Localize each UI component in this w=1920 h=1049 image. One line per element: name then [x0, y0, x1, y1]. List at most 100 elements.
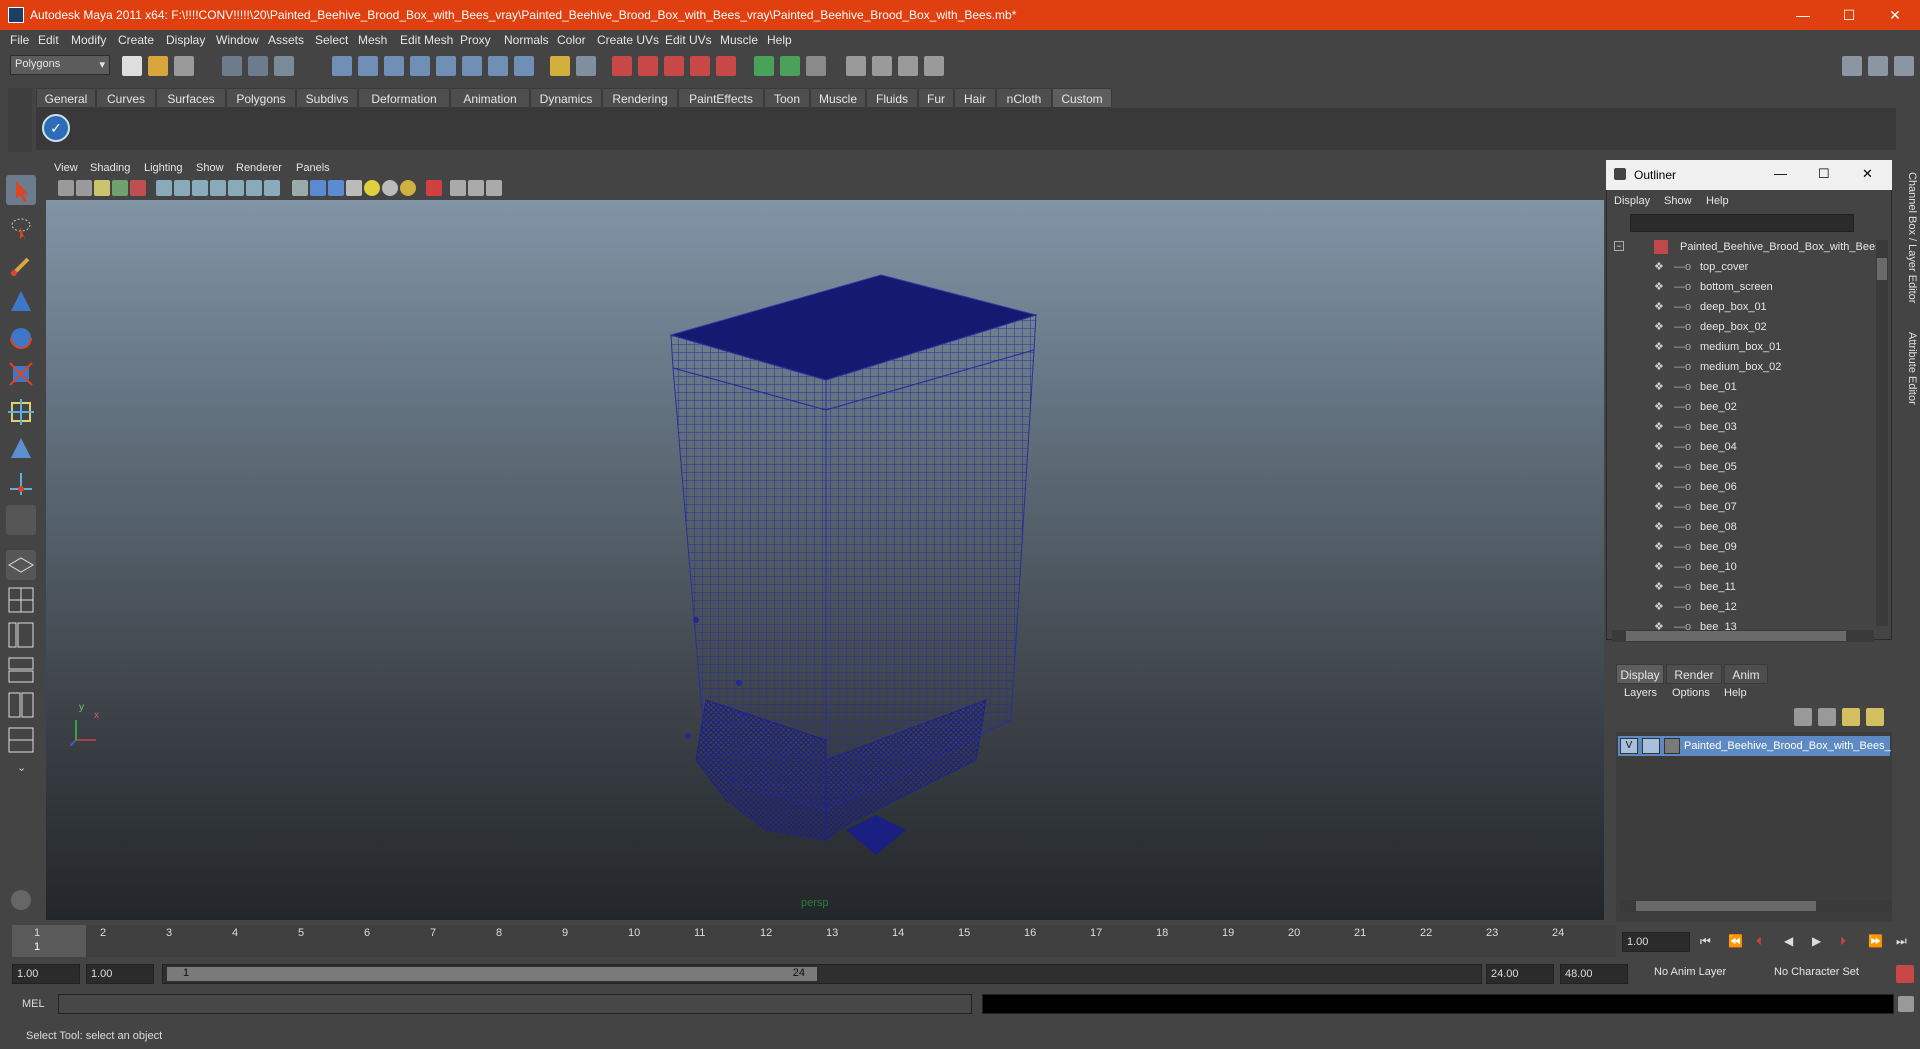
layer-tab-render[interactable]: Render	[1666, 664, 1722, 684]
mask-deformations-icon[interactable]	[436, 56, 456, 76]
step-forward-key-icon[interactable]: ⏩	[1868, 934, 1883, 948]
tab-toon[interactable]: Toon	[764, 88, 810, 108]
safe-title-icon[interactable]	[264, 180, 280, 196]
collapse-icon[interactable]: −	[1614, 241, 1624, 251]
isolate-select-icon[interactable]	[426, 180, 442, 196]
layer-menu-help[interactable]: Help	[1724, 687, 1747, 699]
menu-set-dropdown[interactable]: Polygons ▾	[10, 55, 110, 75]
select-by-object-type-icon[interactable]	[248, 56, 268, 76]
go-to-start-icon[interactable]: ⏮	[1700, 934, 1711, 949]
mask-dynamics-icon[interactable]	[462, 56, 482, 76]
move-tool-icon[interactable]	[6, 287, 36, 317]
outliner-item[interactable]: ❖ —o bee_02	[1610, 398, 1876, 418]
animation-start-field[interactable]: 1.00	[12, 964, 80, 984]
menu-edit-mesh[interactable]: Edit Mesh	[400, 33, 453, 47]
tab-curves[interactable]: Curves	[96, 88, 156, 108]
tab-polygons[interactable]: Polygons	[226, 88, 296, 108]
snap-to-grids-icon[interactable]	[612, 56, 632, 76]
layer-tab-display[interactable]: Display	[1616, 664, 1664, 684]
outliner-item[interactable]: ❖ —o bee_03	[1610, 418, 1876, 438]
outliner-item[interactable]: ❖ —o bee_01	[1610, 378, 1876, 398]
film-gate-icon[interactable]	[174, 180, 190, 196]
outliner-item[interactable]: ❖ —o bee_11	[1610, 578, 1876, 598]
checkmark-shelf-icon[interactable]: ✓	[42, 114, 70, 142]
outliner-item[interactable]: ❖ —o bee_10	[1610, 558, 1876, 578]
select-tool-icon[interactable]	[6, 175, 36, 205]
step-back-key-icon[interactable]: ⏪	[1728, 934, 1743, 948]
mask-joints-icon[interactable]	[358, 56, 378, 76]
layer-template-toggle[interactable]	[1642, 738, 1660, 754]
scale-tool-icon[interactable]	[6, 359, 36, 389]
viewport-menu-view[interactable]: View	[54, 162, 78, 174]
new-scene-icon[interactable]	[122, 56, 142, 76]
tab-hair[interactable]: Hair	[954, 88, 996, 108]
menu-normals[interactable]: Normals	[504, 33, 549, 47]
paint-select-tool-icon[interactable]	[6, 251, 36, 281]
menu-assets[interactable]: Assets	[268, 33, 304, 47]
animation-end-field[interactable]: 48.00	[1560, 964, 1628, 984]
tab-general[interactable]: General	[36, 88, 96, 108]
xray-joints-icon[interactable]	[468, 180, 484, 196]
single-pane-layout-icon[interactable]	[6, 550, 36, 580]
show-attribute-editor-icon[interactable]	[1842, 56, 1862, 76]
gate-mask-icon[interactable]	[210, 180, 226, 196]
tab-custom[interactable]: Custom	[1052, 88, 1112, 108]
outliner-item[interactable]: ❖ —o medium_box_02	[1610, 358, 1876, 378]
outliner-item[interactable]: ❖ —o bottom_screen	[1610, 278, 1876, 298]
shelf-menu-handle[interactable]	[8, 88, 32, 152]
outliner-horizontal-scrollbar[interactable]	[1612, 630, 1874, 642]
show-tool-settings-icon[interactable]	[1868, 56, 1888, 76]
quick-layout-icon[interactable]	[6, 885, 36, 915]
menu-create-uvs[interactable]: Create UVs	[597, 33, 659, 47]
mask-handles-icon[interactable]	[332, 56, 352, 76]
mel-label[interactable]: MEL	[22, 998, 45, 1010]
playback-end-field[interactable]: 24.00	[1486, 964, 1554, 984]
rotate-tool-icon[interactable]	[6, 323, 36, 353]
outliner-scroll-thumb[interactable]	[1877, 258, 1887, 280]
auto-key-icon[interactable]	[1896, 965, 1914, 983]
viewport-menu-renderer[interactable]: Renderer	[236, 162, 282, 174]
mask-rendering-icon[interactable]	[488, 56, 508, 76]
tab-animation[interactable]: Animation	[450, 88, 530, 108]
layer-row[interactable]: V Painted_Beehive_Brood_Box_with_Bees_	[1618, 736, 1891, 756]
outliner-menu-help[interactable]: Help	[1706, 195, 1729, 207]
viewport-menu-show[interactable]: Show	[196, 162, 224, 174]
menu-mesh[interactable]: Mesh	[358, 33, 387, 47]
shadows-icon[interactable]	[382, 180, 398, 196]
mask-curves-icon[interactable]	[384, 56, 404, 76]
go-to-end-icon[interactable]: ⏭	[1896, 934, 1907, 949]
current-frame-field[interactable]: 1.00	[1622, 932, 1690, 952]
last-tool-icon[interactable]	[6, 505, 36, 535]
outliner-item[interactable]: ❖ —o bee_09	[1610, 538, 1876, 558]
command-input[interactable]	[58, 994, 972, 1014]
outliner-item[interactable]: ❖ —o bee_05	[1610, 458, 1876, 478]
tab-surfaces[interactable]: Surfaces	[156, 88, 226, 108]
outliner-hscroll-thumb[interactable]	[1626, 631, 1846, 641]
tab-deformation[interactable]: Deformation	[358, 88, 450, 108]
field-chart-icon[interactable]	[228, 180, 244, 196]
viewport-menu-lighting[interactable]: Lighting	[144, 162, 183, 174]
layer-menu-options[interactable]: Options	[1672, 687, 1710, 699]
two-d-pan-zoom-icon[interactable]	[130, 180, 146, 196]
outliner-vertical-scrollbar[interactable]	[1876, 240, 1888, 626]
menu-display[interactable]: Display	[166, 33, 205, 47]
outliner-close-button[interactable]: ✕	[1862, 166, 1873, 182]
step-forward-frame-icon[interactable]: ⏵	[1840, 934, 1846, 949]
play-backwards-icon[interactable]: ◀	[1784, 934, 1793, 948]
menu-create[interactable]: Create	[118, 33, 154, 47]
snap-to-points-icon[interactable]	[664, 56, 684, 76]
select-by-hierarchy-icon[interactable]	[222, 56, 242, 76]
layer-color-swatch[interactable]	[1664, 738, 1680, 754]
outliner-root-item[interactable]: − Painted_Beehive_Brood_Box_with_Bees	[1610, 238, 1876, 258]
grid-icon[interactable]	[156, 180, 172, 196]
mask-surfaces-icon[interactable]	[410, 56, 430, 76]
character-set-dropdown[interactable]: No Character Set	[1770, 964, 1890, 984]
time-slider[interactable]: 1 1 2 3 4 5 6 7 8 9 10 11 12 13 14 15 16…	[12, 925, 1616, 957]
make-live-icon[interactable]	[716, 56, 736, 76]
viewport-menu-panels[interactable]: Panels	[296, 162, 330, 174]
high-quality-icon[interactable]	[400, 180, 416, 196]
layer-menu-layers[interactable]: Layers	[1624, 687, 1657, 699]
ipr-render-icon[interactable]	[898, 56, 918, 76]
render-settings-icon[interactable]	[924, 56, 944, 76]
move-layer-down-icon[interactable]	[1818, 708, 1836, 726]
